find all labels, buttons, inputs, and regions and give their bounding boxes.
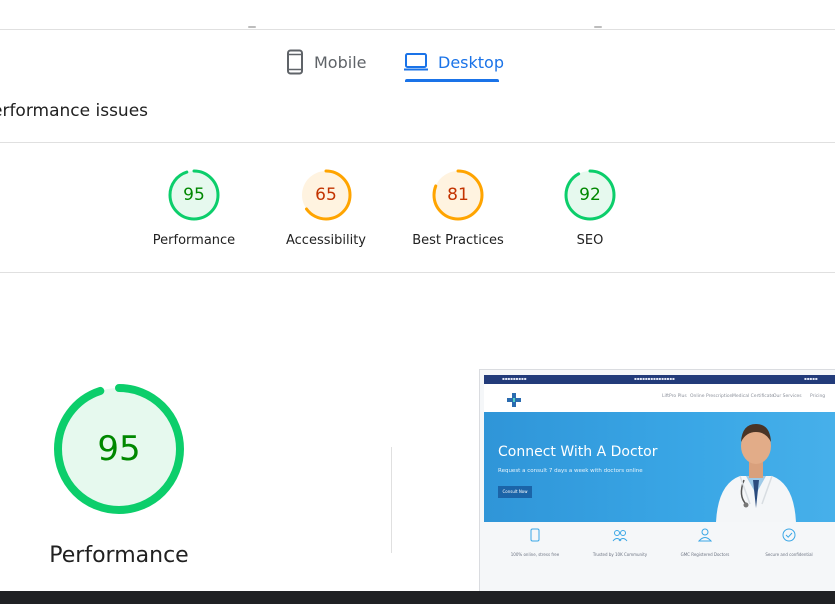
gauge-ring: 65: [300, 169, 352, 221]
final-screenshot: ▪▪▪▪▪▪▪▪▪ ▪▪▪▪▪▪▪▪▪▪▪▪▪▪▪ ▪▪▪▪▪ LiftPro …: [479, 369, 835, 593]
tab-mobile[interactable]: Mobile: [286, 42, 366, 82]
top-toolbar-strip: [0, 0, 835, 30]
thumb-hero: Connect With A Doctor Request a consult …: [484, 412, 835, 522]
gauge-ring: 92: [564, 169, 616, 221]
hero-title: Connect With A Doctor: [498, 444, 658, 460]
thumb-topbar-text: ▪▪▪▪▪▪▪▪▪: [502, 376, 527, 381]
thumb-nav-link: Online Prescription: [690, 394, 733, 399]
phone-feature-icon: [530, 528, 540, 542]
performance-gauge-large: 95: [52, 382, 186, 516]
active-tab-indicator: [405, 79, 499, 82]
thumb-feature: GMC Registered Doctors: [662, 528, 748, 557]
gauge-performance[interactable]: 95 Performance: [129, 168, 259, 248]
thumb-feature: Trusted by 10K Community: [577, 528, 663, 557]
gauge-label-accessibility: Accessibility: [286, 233, 366, 248]
hero-button: Consult Now: [498, 486, 532, 498]
vertical-divider: [391, 447, 392, 553]
thumb-nav-link: Medical Certificate: [732, 394, 775, 399]
gauge-ring: 95: [168, 169, 220, 221]
gauge-seo[interactable]: 92 SEO: [525, 168, 655, 248]
gauge-accessibility[interactable]: 65 Accessibility: [261, 168, 391, 248]
gauge-label-seo: SEO: [576, 233, 604, 248]
gauge-score: 95: [97, 429, 140, 469]
thumb-nav-link: Our Services: [773, 394, 802, 399]
hero-subtitle: Request a consult 7 days a week with doc…: [498, 468, 643, 474]
thumb-navbar: LiftPro Plus Online Prescription Medical…: [484, 384, 835, 412]
doctor-illustration: [716, 424, 796, 522]
feature-label: Trusted by 10K Community: [592, 552, 648, 557]
feature-label: Secure and confidential: [765, 552, 813, 557]
community-feature-icon: [612, 530, 628, 542]
thumb-topbar: ▪▪▪▪▪▪▪▪▪ ▪▪▪▪▪▪▪▪▪▪▪▪▪▪▪ ▪▪▪▪▪: [484, 375, 835, 384]
cross-logo-icon: [507, 393, 521, 407]
gauge-score: 65: [315, 185, 337, 205]
gauge-ring: 81: [432, 169, 484, 221]
thumb-nav-link: Pricing: [810, 394, 826, 399]
gauge-score: 81: [447, 185, 469, 205]
gauge-best-practices[interactable]: 81 Best Practices: [393, 168, 523, 248]
gauge-label-best-practices: Best Practices: [412, 233, 504, 248]
phone-icon: [286, 49, 304, 75]
thumb-nav-link: LiftPro Plus: [662, 394, 687, 399]
doctor-feature-icon: [698, 528, 712, 542]
tab-desktop-label: Desktop: [438, 52, 504, 72]
gauge-label-performance: Performance: [152, 233, 236, 248]
check-feature-icon: [782, 528, 796, 542]
performance-title: Performance: [49, 543, 189, 568]
thumb-feature: 100% online, stress free: [492, 528, 578, 557]
feature-label: 100% online, stress free: [510, 552, 560, 557]
divider: [0, 142, 835, 143]
tab-desktop[interactable]: Desktop: [404, 42, 504, 82]
bottom-bar: [0, 591, 835, 604]
gauge-score: 92: [579, 185, 601, 205]
divider: [0, 272, 835, 273]
section-title: erformance issues: [0, 101, 149, 121]
laptop-icon: [404, 53, 428, 71]
toolbar-mark: [248, 26, 256, 28]
thumb-topbar-text: ▪▪▪▪▪: [804, 376, 818, 381]
feature-label: GMC Registered Doctors: [680, 552, 730, 557]
tab-mobile-label: Mobile: [314, 52, 367, 72]
gauge-ring-large: 95: [54, 384, 184, 514]
thumb-topbar-text: ▪▪▪▪▪▪▪▪▪▪▪▪▪▪▪: [634, 376, 675, 381]
gauge-score: 95: [183, 185, 205, 205]
toolbar-mark: [594, 26, 602, 28]
thumb-feature: Secure and confidential: [746, 528, 832, 557]
